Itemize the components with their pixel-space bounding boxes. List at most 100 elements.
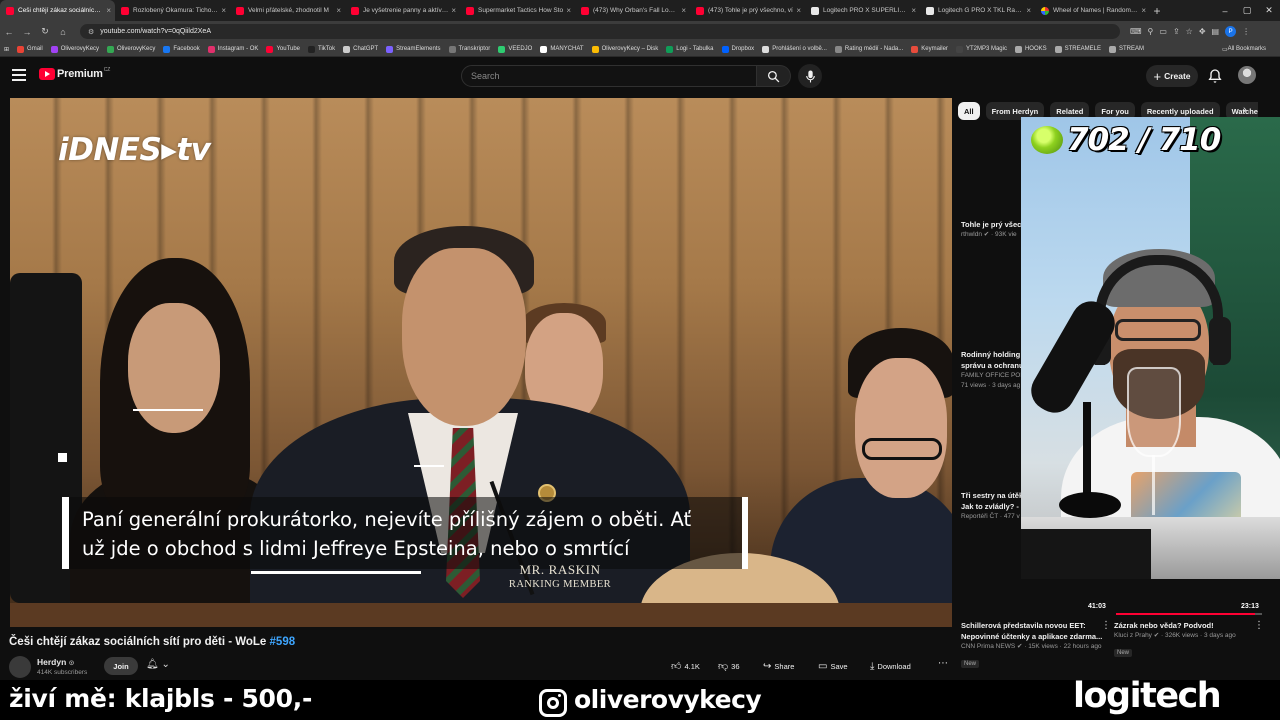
streamer-webcam [1021, 117, 1280, 579]
browser-tab[interactable]: Rozlobený Okamura: Ticho, pil × [115, 0, 230, 21]
search-button[interactable] [757, 65, 791, 87]
site-info-icon[interactable]: ⚙ [88, 28, 94, 36]
join-button[interactable]: Join [104, 657, 138, 675]
close-tab-icon[interactable]: × [221, 6, 226, 15]
forward-icon[interactable]: → [18, 27, 36, 37]
hamburger-menu-icon[interactable] [12, 69, 26, 81]
bookmark-item[interactable]: YT2MP3 Magic [955, 45, 1007, 53]
bookmark-item[interactable]: Transkriptor [448, 45, 490, 53]
headphone-cup [1209, 317, 1231, 365]
maximize-icon[interactable]: ▢ [1236, 0, 1258, 21]
bookmark-item[interactable]: ChatGPT [343, 45, 378, 53]
channel-name[interactable]: Herdyn ⊙ [37, 657, 75, 667]
close-tab-icon[interactable]: × [336, 6, 341, 15]
browser-tab[interactable]: Supermarket Tactics How Sto × [460, 0, 575, 21]
bookmark-item[interactable]: HOOKS [1014, 45, 1047, 53]
browser-tab[interactable]: Logitech G PRO X TKL Rapid × [920, 0, 1035, 21]
cast-icon[interactable]: ▭ [1159, 27, 1167, 36]
close-tab-icon[interactable]: × [681, 6, 686, 15]
zoom-icon[interactable]: ⚲ [1148, 27, 1154, 36]
browser-tab[interactable]: (473) Tohle je prý všechno, ví × [690, 0, 805, 21]
voice-search-button[interactable] [798, 64, 822, 88]
bookmark-star-icon[interactable]: ☆ [1186, 27, 1193, 36]
reload-icon[interactable]: ↻ [36, 26, 54, 37]
bookmark-item[interactable]: VEEDJO [498, 45, 532, 53]
account-avatar[interactable] [1238, 66, 1256, 84]
subscription-bell-icon[interactable]: 🔔︎ ⌄ [146, 659, 170, 670]
extensions-icon[interactable]: ✥ [1199, 27, 1206, 36]
close-tab-icon[interactable]: × [911, 6, 916, 15]
notifications-bell-icon[interactable] [1207, 68, 1223, 84]
close-tab-icon[interactable]: × [1141, 6, 1146, 15]
address-bar[interactable]: ⚙ youtube.com/watch?v=0qQiild2XeA [80, 24, 1120, 39]
bookmark-favicon-icon [721, 45, 729, 53]
browser-tab[interactable]: Velmi přátelské, zhodnotil M × [230, 0, 345, 21]
save-button[interactable]: ▭ Save [818, 657, 848, 675]
search-input[interactable]: Search [461, 65, 757, 87]
nameplate-role: RANKING MEMBER [508, 579, 612, 590]
bookmark-item[interactable]: MANYCHAT [540, 45, 584, 53]
close-tab-icon[interactable]: × [566, 6, 571, 15]
apps-grid-icon[interactable]: ⊞ [4, 46, 9, 53]
bookmark-item[interactable]: Prohlášení o volbě... [762, 45, 827, 53]
recommendation-item[interactable]: Rodinný holding - správu a ochranu FAMIL… [961, 349, 1021, 391]
close-tab-icon[interactable]: × [451, 6, 456, 15]
back-icon[interactable]: ← [0, 27, 18, 37]
filter-chip[interactable]: All [958, 102, 980, 120]
youtube-premium-logo[interactable]: Premium CZ [39, 67, 110, 80]
episode-hashtag[interactable]: #598 [270, 636, 296, 648]
bookmark-item[interactable]: Facebook [163, 45, 200, 53]
tab-search-icon[interactable]: ▤ [1212, 27, 1220, 36]
more-actions-icon[interactable]: ⋯ [938, 658, 948, 669]
new-tab-button[interactable]: + [1150, 0, 1164, 21]
recommendation-item[interactable]: Tři sestry na útěk Jak to zvládly? - F R… [961, 490, 1021, 522]
bookmark-item[interactable]: Logi - Tabulka [666, 45, 714, 53]
download-button[interactable]: ⤓ Download [870, 657, 911, 675]
minimize-icon[interactable]: – [1214, 0, 1236, 21]
bookmark-item[interactable]: Rating médií - Nada... [834, 45, 903, 53]
browser-tab[interactable]: Češi chtějí zákaz sociálních sítí × [0, 0, 115, 21]
browser-tab[interactable]: Je vyšetrenie panny a aktívne × [345, 0, 460, 21]
youtube-icon [581, 6, 589, 15]
bookmark-item[interactable]: Instagram - OK [207, 45, 258, 53]
video-duration-badge: 41:03 [1088, 603, 1106, 610]
browser-tab[interactable]: Logitech PRO X SUPERLIGHT × [805, 0, 920, 21]
create-button[interactable]: + Create [1146, 65, 1198, 87]
close-window-icon[interactable]: ✕ [1258, 0, 1280, 21]
browser-menu-icon[interactable]: ⋮ [1242, 27, 1250, 36]
bookmark-item[interactable]: Keymailer [911, 45, 948, 53]
chevron-right-icon[interactable]: › [1243, 104, 1247, 116]
translate-icon[interactable]: ⌨ [1130, 27, 1142, 36]
dislike-button[interactable]: 👎︎ 36 [718, 657, 740, 675]
share-button[interactable]: ↪ Share [763, 657, 794, 675]
bookmark-item[interactable]: OliverovyKecy – Disk [591, 45, 658, 53]
bookmark-item[interactable]: STREAM [1108, 45, 1144, 53]
bookmark-item[interactable]: StreamElements [386, 45, 441, 53]
recommendation-item[interactable]: Zázrak nebo věda? Podvod! Kluci z Prahy … [1114, 620, 1254, 659]
recommendation-item[interactable]: Tohle je prý všech rthwldn ✔ · 93K vie [961, 219, 1021, 240]
channel-avatar[interactable] [9, 656, 31, 678]
video-title-text: Češi chtějí zákaz sociálních sítí pro dě… [9, 636, 267, 648]
close-tab-icon[interactable]: × [1026, 6, 1031, 15]
share-icon[interactable]: ⇪ [1173, 27, 1180, 36]
bookmark-item[interactable]: YouTube [266, 45, 300, 53]
tab-title: Velmi přátelské, zhodnotil M [248, 7, 329, 14]
like-button[interactable]: 👍︎ 4.1K [671, 657, 700, 675]
close-tab-icon[interactable]: × [796, 6, 801, 15]
close-tab-icon[interactable]: × [106, 6, 111, 15]
all-bookmarks-button[interactable]: ▭ All Bookmarks [1222, 46, 1266, 53]
more-options-icon[interactable]: ⋮ [1254, 620, 1264, 631]
bookmark-item[interactable]: TikTok [308, 45, 335, 53]
browser-tab[interactable]: Wheel of Names | Random na × [1035, 0, 1150, 21]
browser-toolbar: ← → ↻ ⌂ ⚙ youtube.com/watch?v=0qQiild2Xe… [0, 21, 1280, 42]
bookmark-item[interactable]: OliverovyKecy [107, 45, 155, 53]
bookmark-item[interactable]: Gmail [17, 45, 43, 53]
bookmark-item[interactable]: OliverovyKecy [50, 45, 99, 53]
home-icon[interactable]: ⌂ [54, 27, 72, 37]
bookmark-item[interactable]: Dropbox [721, 45, 754, 53]
browser-tab[interactable]: (473) Why Orban's Fall Looks × [575, 0, 690, 21]
profile-avatar[interactable]: P [1225, 26, 1237, 37]
video-player[interactable]: iDNES▸tv Paní generální prokurátorko, ne… [10, 98, 952, 627]
bookmark-item[interactable]: STREAMELE [1054, 45, 1101, 53]
more-options-icon[interactable]: ⋮ [1101, 620, 1111, 631]
